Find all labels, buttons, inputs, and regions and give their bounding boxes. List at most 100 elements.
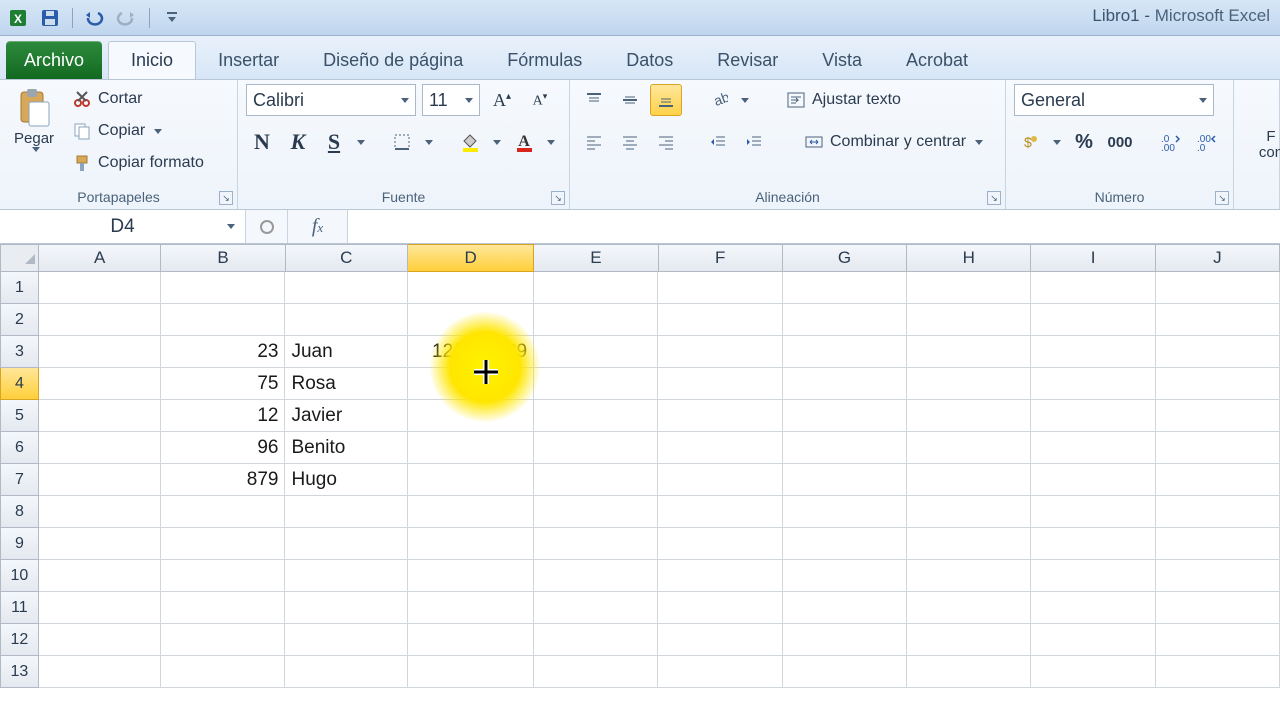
cell[interactable]: [39, 592, 161, 624]
cell[interactable]: [1156, 368, 1280, 400]
cell[interactable]: 96: [161, 432, 285, 464]
cancel-formula-button[interactable]: [246, 210, 288, 243]
cell[interactable]: [408, 560, 534, 592]
cell[interactable]: [907, 496, 1031, 528]
cell[interactable]: [1156, 496, 1280, 528]
cell[interactable]: [783, 656, 907, 688]
cell[interactable]: [161, 592, 285, 624]
cell[interactable]: [658, 464, 782, 496]
accounting-dropdown[interactable]: [1046, 126, 1064, 158]
row-header[interactable]: 2: [0, 304, 39, 336]
cell[interactable]: [534, 304, 658, 336]
col-header-D[interactable]: D: [408, 244, 534, 272]
cell[interactable]: [1156, 592, 1280, 624]
cell[interactable]: [285, 304, 407, 336]
cell[interactable]: [39, 560, 161, 592]
decrease-decimal-button[interactable]: .00.0: [1190, 126, 1222, 158]
cell[interactable]: [39, 304, 161, 336]
cell[interactable]: [534, 528, 658, 560]
font-size-combo[interactable]: 11: [422, 84, 480, 116]
cell[interactable]: [534, 400, 658, 432]
increase-indent-button[interactable]: [738, 126, 770, 158]
cell[interactable]: [658, 336, 782, 368]
cell[interactable]: [658, 400, 782, 432]
qat-customize-icon[interactable]: [158, 6, 186, 30]
row-header[interactable]: 8: [0, 496, 39, 528]
orientation-button[interactable]: ab: [702, 84, 734, 116]
cell[interactable]: [39, 528, 161, 560]
cell[interactable]: [408, 304, 534, 336]
cell[interactable]: [1031, 592, 1155, 624]
align-center-button[interactable]: [614, 126, 646, 158]
borders-dropdown[interactable]: [418, 126, 436, 158]
comma-style-button[interactable]: 000: [1104, 126, 1136, 158]
cell[interactable]: [408, 432, 534, 464]
col-header-I[interactable]: I: [1031, 244, 1155, 272]
cell[interactable]: [1156, 528, 1280, 560]
row-header[interactable]: 6: [0, 432, 39, 464]
cell[interactable]: [161, 528, 285, 560]
dialog-launcher-icon[interactable]: ↘: [1215, 191, 1229, 205]
cell[interactable]: [534, 592, 658, 624]
row-header[interactable]: 5: [0, 400, 39, 432]
cell[interactable]: [39, 272, 161, 304]
copy-button[interactable]: Copiar: [68, 116, 208, 146]
cell[interactable]: [39, 496, 161, 528]
cell[interactable]: [783, 400, 907, 432]
cell[interactable]: [658, 656, 782, 688]
cell[interactable]: [285, 528, 407, 560]
cell[interactable]: [1031, 496, 1155, 528]
cell[interactable]: [534, 272, 658, 304]
number-format-combo[interactable]: General: [1014, 84, 1214, 116]
orientation-dropdown[interactable]: [734, 84, 752, 116]
cell[interactable]: [534, 560, 658, 592]
row-header[interactable]: 13: [0, 656, 39, 688]
tab-datos[interactable]: Datos: [604, 41, 695, 79]
cell[interactable]: Rosa: [285, 368, 407, 400]
cell[interactable]: [658, 272, 782, 304]
cell[interactable]: [408, 528, 534, 560]
cell-selected[interactable]: [408, 368, 534, 400]
cell[interactable]: [658, 560, 782, 592]
cell[interactable]: 75: [161, 368, 285, 400]
cell[interactable]: [658, 624, 782, 656]
cell[interactable]: [534, 464, 658, 496]
cell[interactable]: [658, 304, 782, 336]
redo-icon[interactable]: [113, 6, 141, 30]
cell[interactable]: [783, 272, 907, 304]
row-header[interactable]: 9: [0, 528, 39, 560]
cell[interactable]: [285, 560, 407, 592]
cell[interactable]: [285, 272, 407, 304]
cell[interactable]: [658, 368, 782, 400]
tab-insertar[interactable]: Insertar: [196, 41, 301, 79]
cell[interactable]: [907, 528, 1031, 560]
col-header-C[interactable]: C: [286, 244, 408, 272]
cell[interactable]: [408, 400, 534, 432]
cell[interactable]: [39, 400, 161, 432]
row-header[interactable]: 11: [0, 592, 39, 624]
cell[interactable]: [1031, 304, 1155, 336]
decrease-indent-button[interactable]: [702, 126, 734, 158]
cell[interactable]: [783, 624, 907, 656]
cell[interactable]: [1156, 432, 1280, 464]
italic-button[interactable]: K: [282, 126, 314, 158]
fill-color-button[interactable]: [454, 126, 486, 158]
cell[interactable]: [285, 656, 407, 688]
cell[interactable]: [1156, 560, 1280, 592]
underline-dropdown[interactable]: [350, 126, 368, 158]
cell[interactable]: [39, 368, 161, 400]
cell[interactable]: [1031, 336, 1155, 368]
cell[interactable]: [907, 336, 1031, 368]
cell[interactable]: [39, 656, 161, 688]
cell[interactable]: [907, 464, 1031, 496]
cell[interactable]: [408, 656, 534, 688]
cell[interactable]: [161, 560, 285, 592]
cell[interactable]: [408, 624, 534, 656]
tab-inicio[interactable]: Inicio: [108, 41, 196, 79]
cell[interactable]: [1031, 432, 1155, 464]
col-header-H[interactable]: H: [907, 244, 1031, 272]
font-color-button[interactable]: A: [508, 126, 540, 158]
accounting-format-button[interactable]: $: [1014, 126, 1046, 158]
row-header[interactable]: 1: [0, 272, 39, 304]
cell[interactable]: [1156, 624, 1280, 656]
